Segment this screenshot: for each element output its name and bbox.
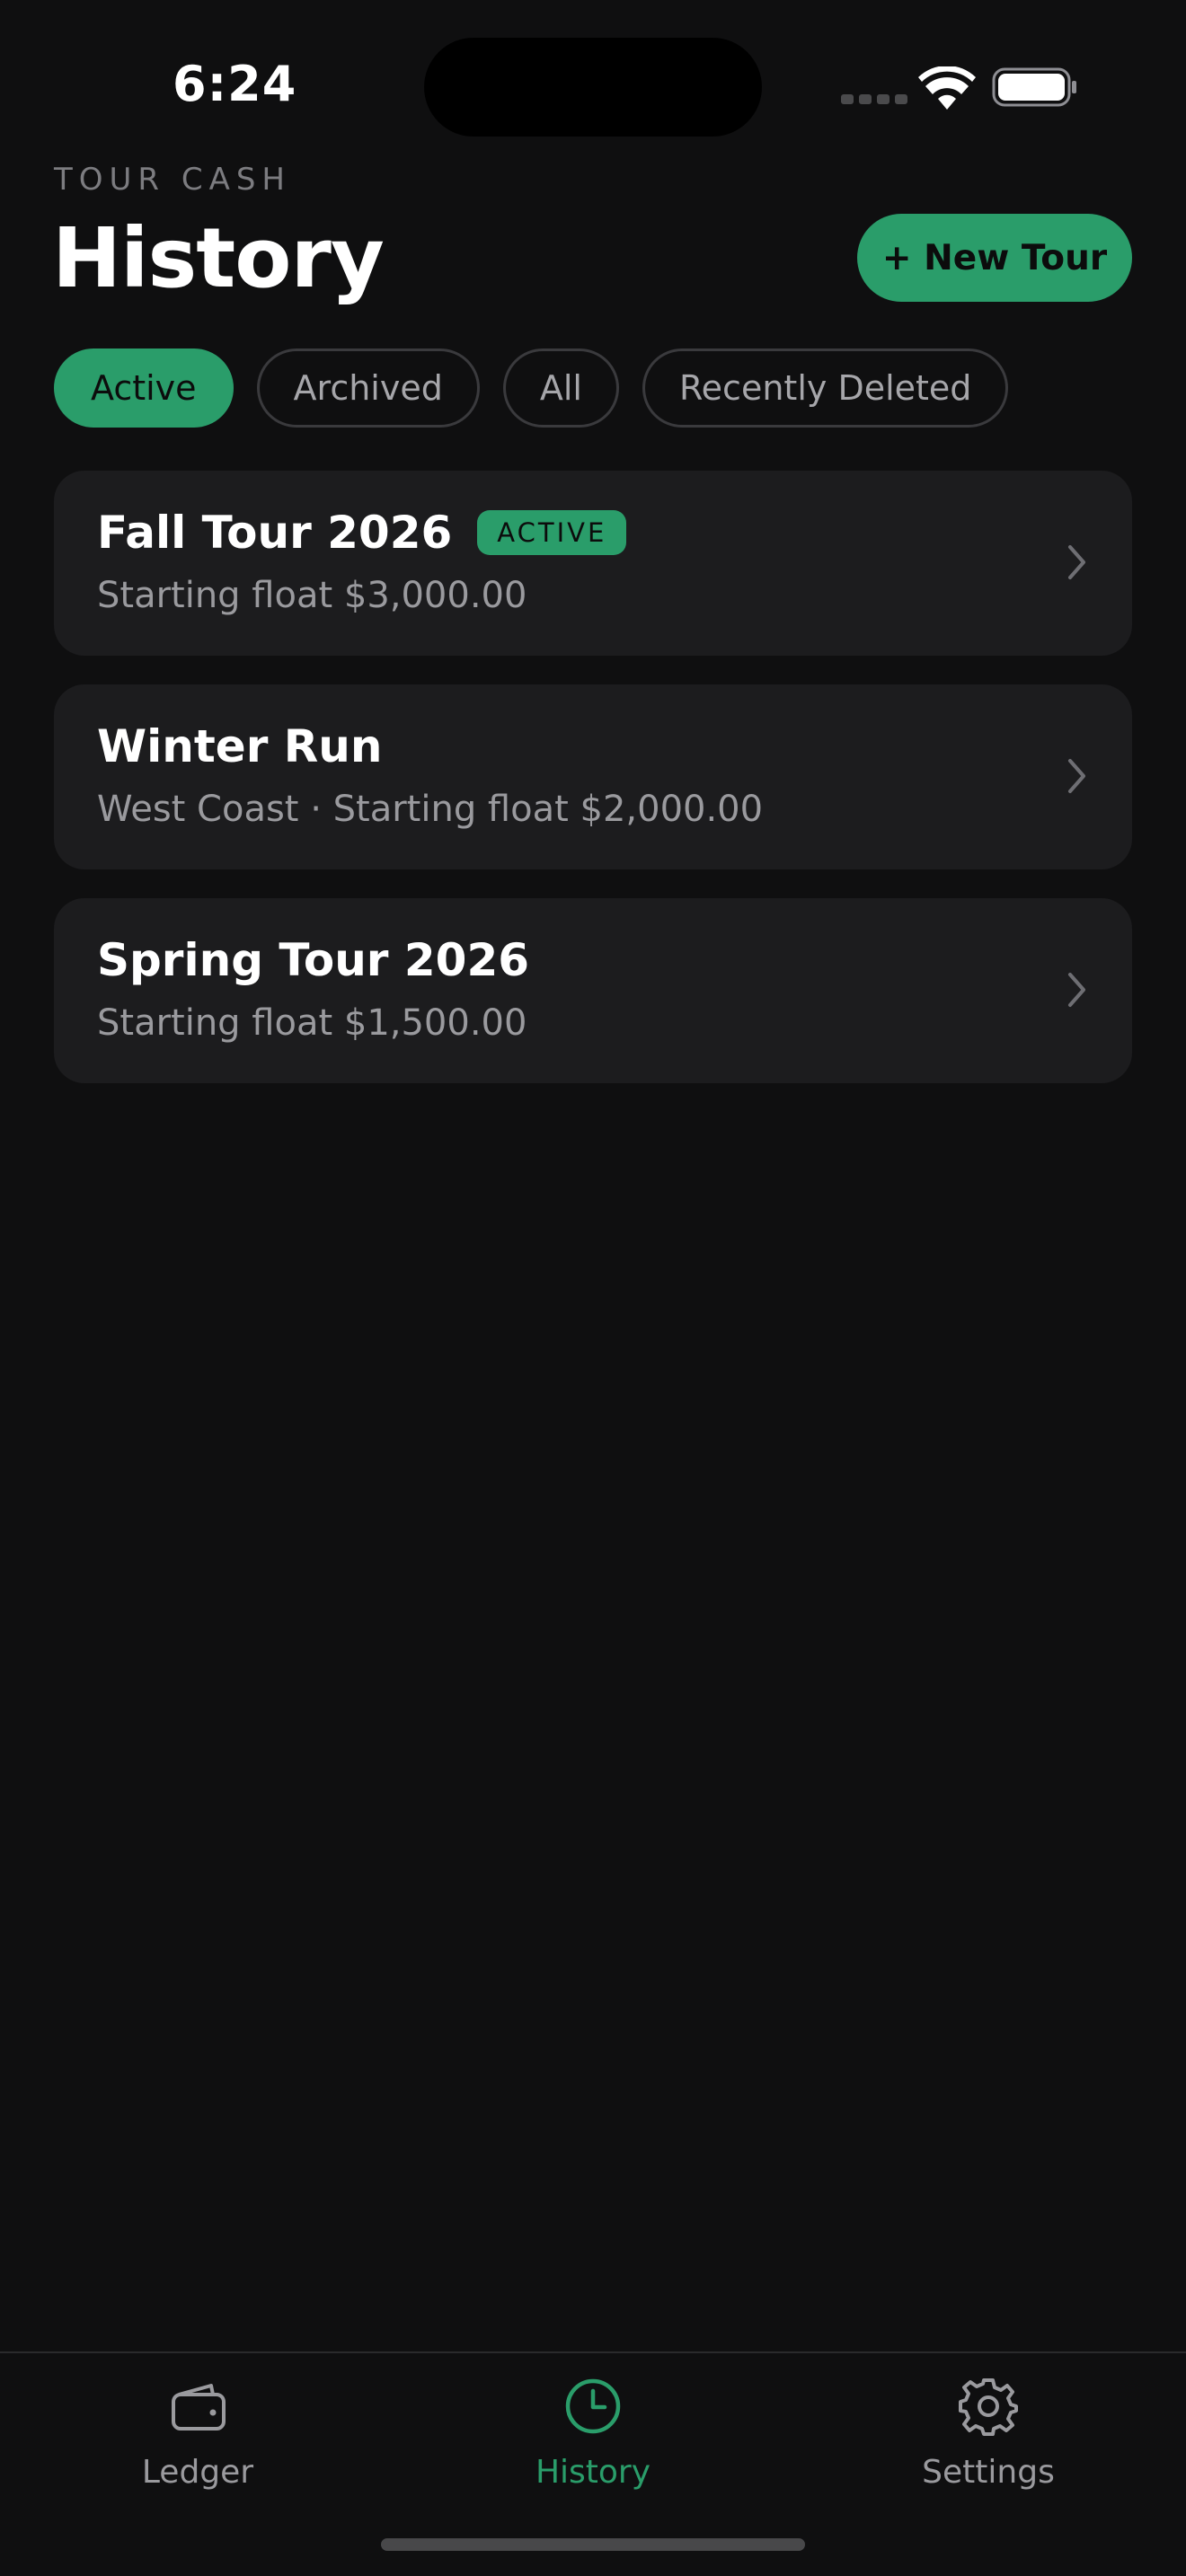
tab-settings[interactable]: Settings [854, 2375, 1123, 2510]
new-tour-button[interactable]: + New Tour [857, 214, 1132, 302]
tour-name: Spring Tour 2026 [97, 934, 530, 986]
gear-icon [959, 2378, 1018, 2436]
tour-subtitle: West Coast · Starting float $2,000.00 [97, 789, 764, 830]
history-screen: 6:24 TOUR CASH History + New Tour Active… [0, 0, 1186, 2576]
tab-label: Ledger [141, 2454, 254, 2491]
filter-chips: Active Archived All Recently Deleted [54, 348, 1009, 428]
tab-history[interactable]: History [458, 2375, 728, 2510]
dynamic-island [424, 38, 762, 137]
tour-subtitle: Starting float $1,500.00 [97, 1002, 527, 1044]
wallet-icon [172, 2384, 226, 2430]
tour-list: Fall Tour 2026 ACTIVE Starting float $3,… [54, 471, 1132, 1112]
wifi-icon [918, 66, 976, 110]
tour-name: Fall Tour 2026 [97, 507, 453, 559]
app-name-eyebrow: TOUR CASH [54, 162, 291, 198]
tour-card[interactable]: Winter Run West Coast · Starting float $… [54, 684, 1132, 869]
chevron-right-icon [1068, 545, 1085, 579]
filter-chip-active[interactable]: Active [54, 348, 234, 428]
home-indicator [381, 2538, 805, 2551]
chevron-right-icon [1068, 973, 1085, 1007]
tour-subtitle: Starting float $3,000.00 [97, 575, 527, 616]
battery-icon [992, 67, 1076, 107]
cellular-signal-icon [841, 94, 907, 104]
tab-label: Settings [922, 2454, 1055, 2491]
filter-chip-recently-deleted[interactable]: Recently Deleted [642, 348, 1009, 428]
filter-chip-all[interactable]: All [502, 348, 619, 428]
filter-chip-archived[interactable]: Archived [256, 348, 480, 428]
tab-ledger[interactable]: Ledger [63, 2375, 332, 2510]
tour-card[interactable]: Fall Tour 2026 ACTIVE Starting float $3,… [54, 471, 1132, 656]
tour-card[interactable]: Spring Tour 2026 Starting float $1,500.0… [54, 898, 1132, 1083]
chevron-right-icon [1068, 759, 1085, 793]
tour-name: Winter Run [97, 720, 383, 772]
tab-label: History [535, 2454, 651, 2491]
page-title: History [52, 210, 385, 306]
status-badge: ACTIVE [477, 510, 627, 555]
clock-icon [565, 2378, 621, 2434]
status-time: 6:24 [173, 56, 297, 112]
